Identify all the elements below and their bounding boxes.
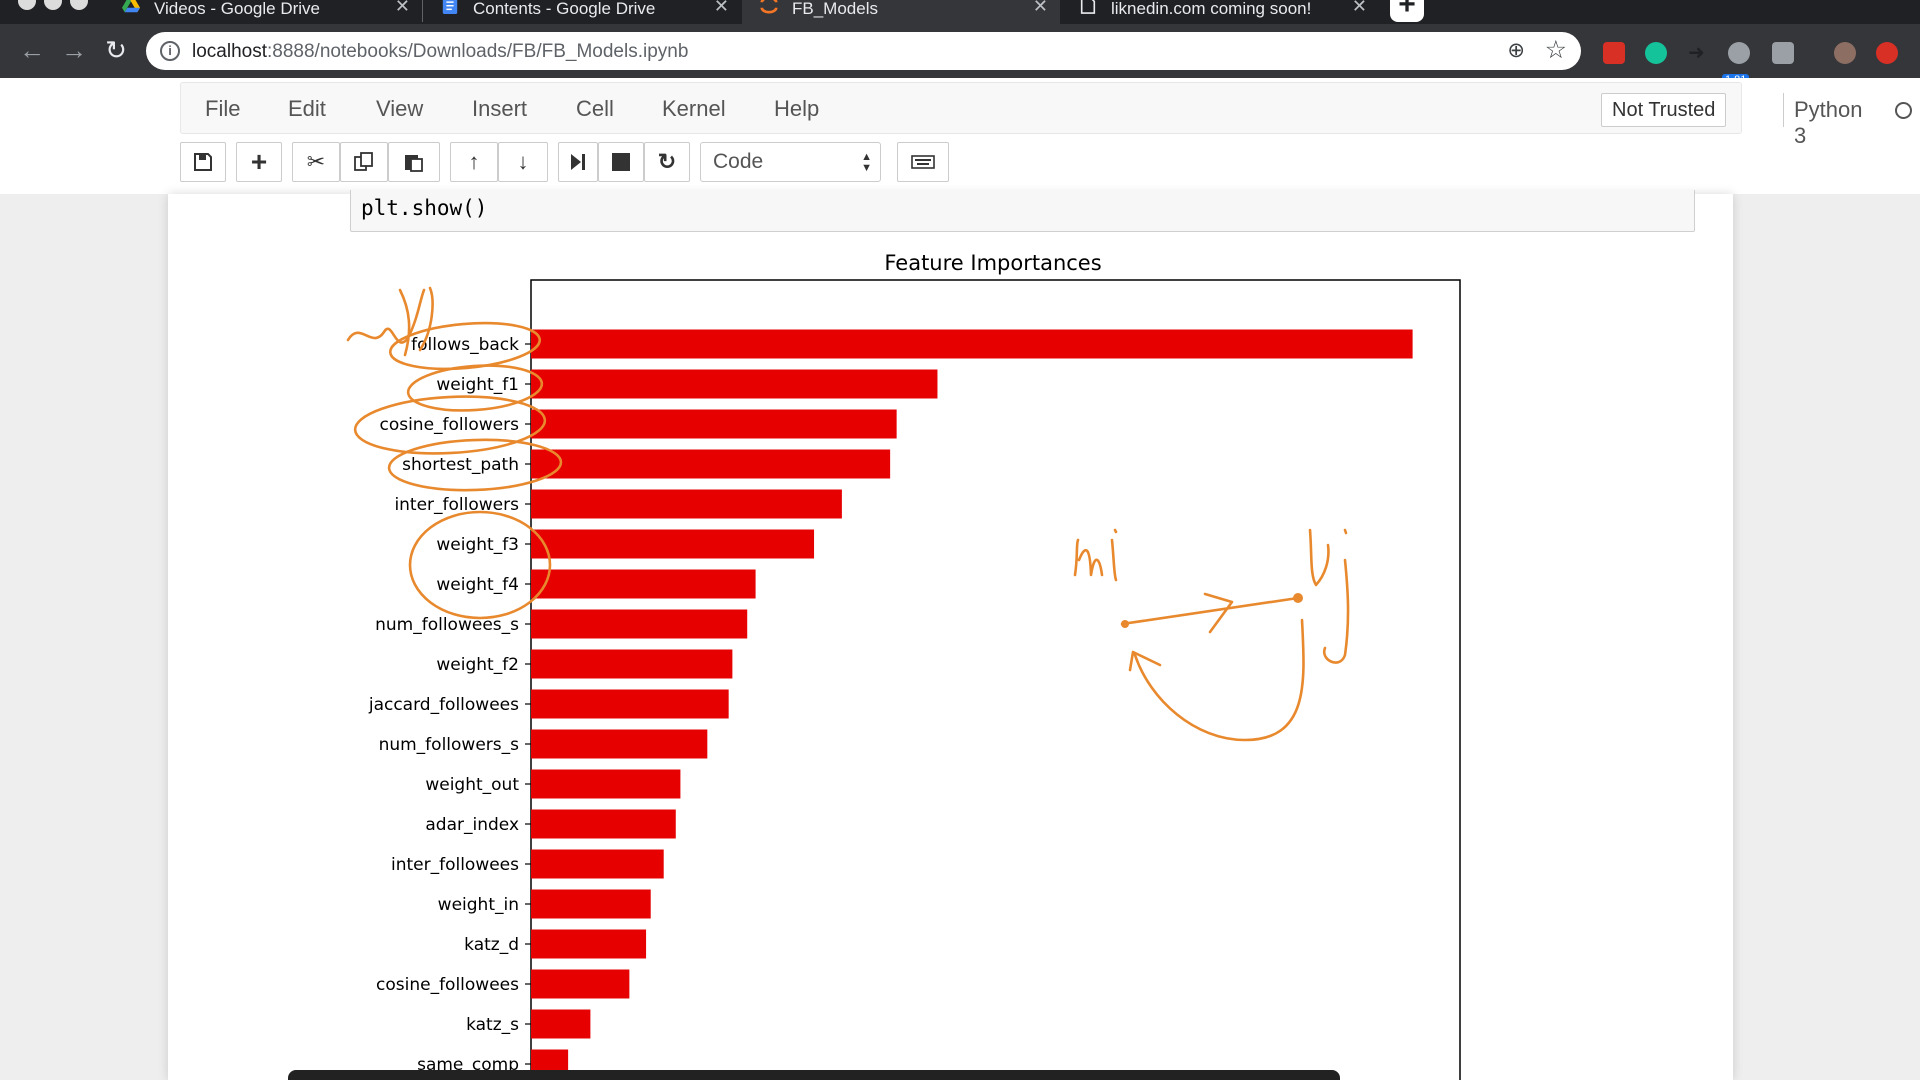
bar-weight-f4 [531, 569, 756, 599]
feature-importances-chart: Feature Importances follows_backweight_f… [346, 251, 1461, 1080]
bar-inter-followers [531, 489, 842, 519]
y-tick-label: num_followees_s [375, 615, 519, 635]
arrow-ui-to-uj [1120, 592, 1300, 634]
bar-weight-f1 [531, 369, 938, 399]
os-dock [288, 1070, 1340, 1080]
y-tick-label: weight_f3 [436, 535, 519, 555]
bar-follows-back [531, 329, 1413, 359]
bar-weight-in [531, 889, 651, 919]
y-tick-label: cosine_followers [379, 415, 519, 435]
y-tick-label: katz_d [464, 935, 519, 955]
y-tick-label: weight_f2 [436, 655, 519, 675]
bar-katz-d [531, 929, 647, 959]
bar-weight-f2 [531, 649, 733, 679]
bar-shortest-path [531, 449, 891, 479]
bar-weight-f3 [531, 529, 815, 559]
y-tick-label: inter_followers [394, 495, 519, 515]
bar-num-followers-s [531, 729, 708, 759]
chart-title: Feature Importances [884, 251, 1101, 275]
y-tick-label: weight_out [425, 775, 519, 795]
y-tick-label: katz_s [466, 1015, 519, 1035]
y-tick-label: weight_f1 [436, 375, 519, 395]
y-tick-label: shortest_path [402, 455, 519, 475]
bar-jaccard-followees [531, 689, 729, 719]
handwritten-ui [1073, 528, 1118, 582]
y-tick-label: num_followers_s [379, 735, 520, 755]
y-tick-label: cosine_followees [376, 975, 519, 995]
y-tick-label: jaccard_followees [368, 695, 519, 715]
bar-adar-index [531, 809, 676, 839]
plot-frame [530, 279, 1461, 1080]
node-ui-dot [1121, 620, 1129, 628]
y-tick-label: weight_in [438, 895, 519, 915]
bar-cosine-followees [531, 969, 630, 999]
y-tick-label: weight_f4 [436, 575, 519, 595]
loop-arrow [1128, 618, 1305, 742]
bar-cosine-followers [531, 409, 897, 439]
circle-weight-f3-f4 [408, 510, 552, 620]
y-tick-label: adar_index [425, 815, 519, 835]
bar-katz-s [531, 1009, 591, 1039]
bar-weight-out [531, 769, 681, 799]
node-uj-dot [1293, 593, 1303, 603]
handwritten-uj [1308, 528, 1350, 664]
bar-inter-followees [531, 849, 664, 879]
bar-num-followees-s [531, 609, 748, 639]
y-tick-label: inter_followees [391, 855, 519, 875]
